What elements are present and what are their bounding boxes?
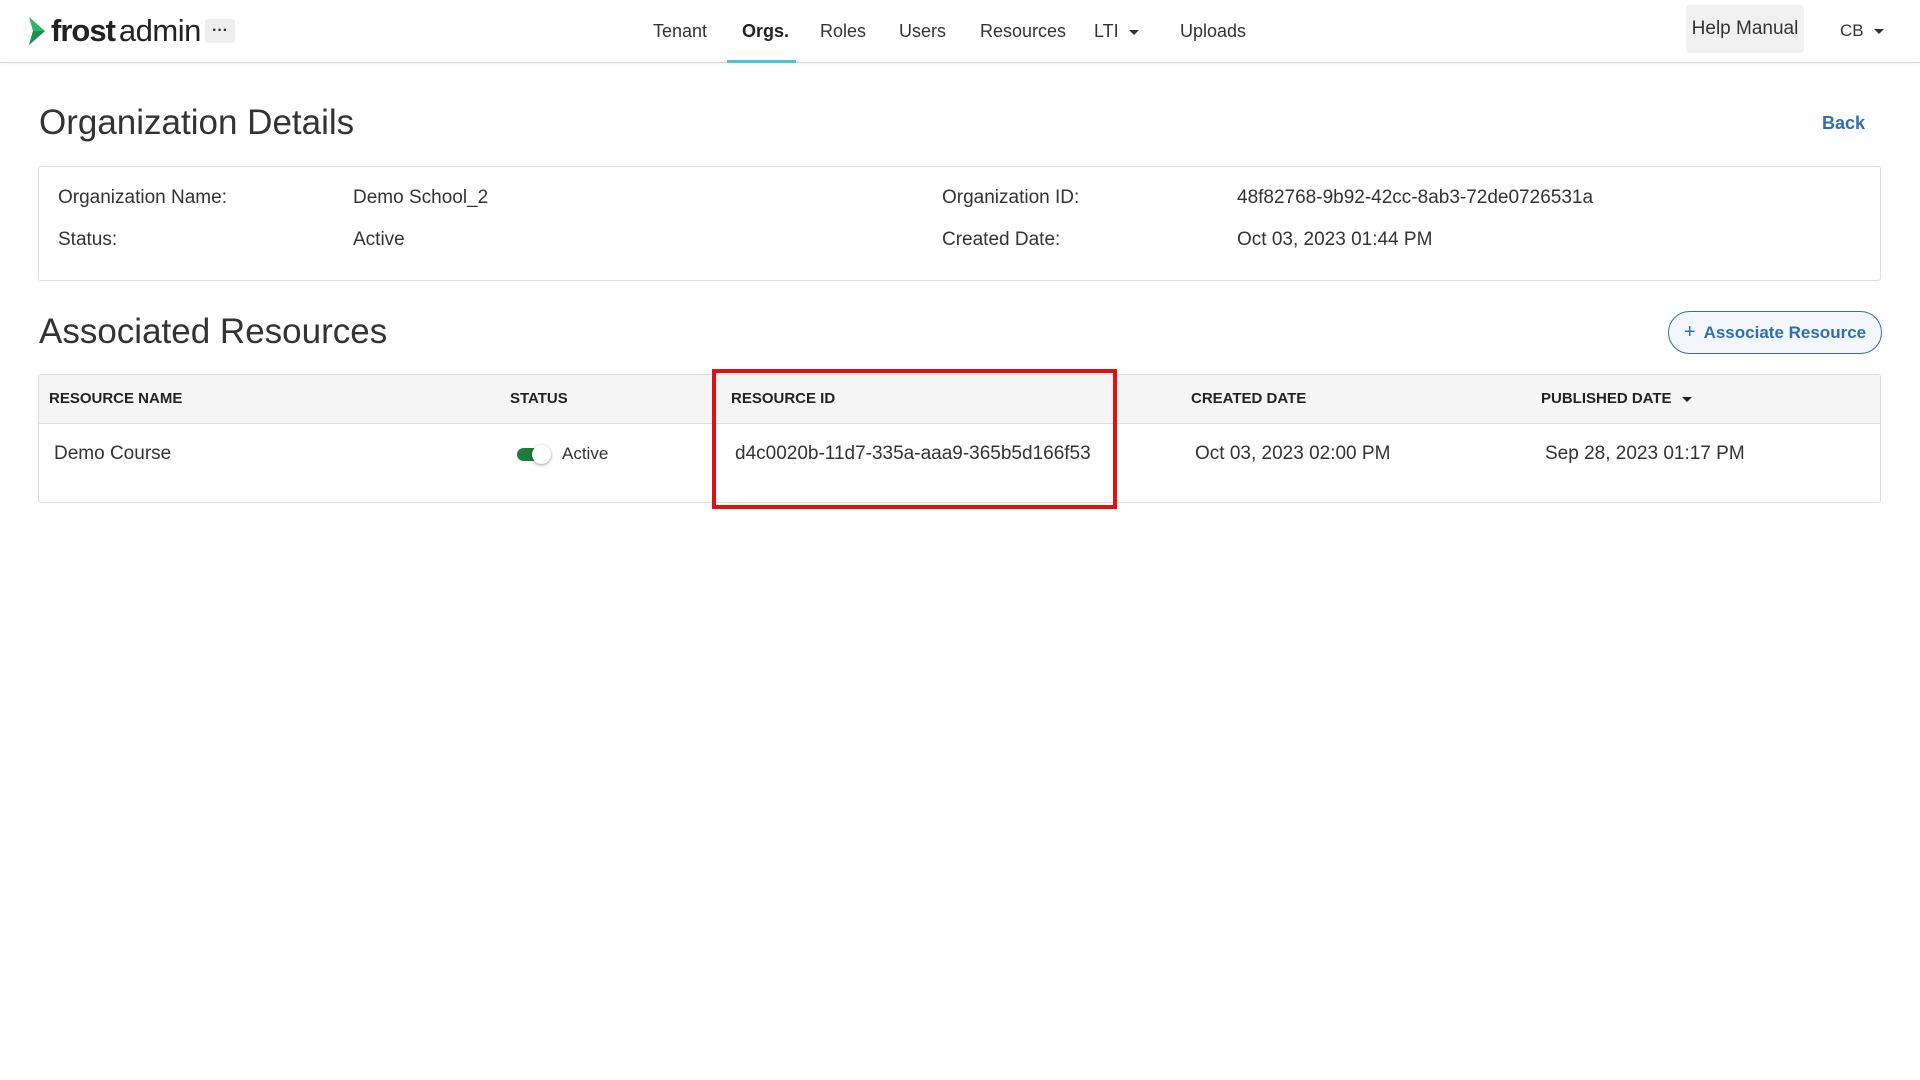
column-header-published-date[interactable]: PUBLISHED DATE	[1541, 375, 1692, 423]
caret-down-icon	[1128, 29, 1139, 35]
associate-resource-label: Associate Resource	[1703, 322, 1867, 342]
org-name-label: Organization Name:	[58, 187, 227, 208]
nav-tab-uploads[interactable]: Uploads	[1180, 0, 1246, 62]
nav-tab-tenant[interactable]: Tenant	[653, 0, 707, 62]
nav-tab-orgs[interactable]: Orgs.	[742, 0, 789, 62]
brand-frost-text: frost	[51, 13, 116, 48]
sort-caret-icon	[1681, 396, 1692, 402]
nav-tab-lti-label: LTI	[1094, 21, 1119, 41]
nav-tab-users[interactable]: Users	[899, 0, 946, 62]
column-header-status[interactable]: STATUS	[510, 375, 568, 423]
resources-table: RESOURCE NAME STATUS RESOURCE ID CREATED…	[38, 374, 1881, 503]
brand-admin-text: admin	[118, 13, 201, 48]
back-link[interactable]: Back	[1822, 113, 1865, 134]
status-toggle[interactable]	[517, 445, 551, 464]
help-manual-button[interactable]: Help Manual	[1686, 5, 1804, 53]
org-id-label: Organization ID:	[942, 187, 1080, 208]
organization-details-card: Organization Name: Demo School_2 Status:…	[38, 166, 1881, 281]
associated-resources-title: Associated Resources	[39, 312, 388, 351]
status-label: Status:	[58, 229, 118, 250]
created-date-label: Created Date:	[942, 229, 1061, 250]
created-date-value: Oct 03, 2023 01:44 PM	[1237, 229, 1433, 250]
user-initials: CB	[1840, 21, 1864, 40]
nav-tab-resources[interactable]: Resources	[980, 0, 1066, 62]
frost-admin-logo[interactable]: frost admin	[27, 13, 201, 48]
associate-resource-button[interactable]: + Associate Resource	[1668, 311, 1882, 354]
created-date-cell: Oct 03, 2023 02:00 PM	[1195, 443, 1391, 464]
nav-tab-roles[interactable]: Roles	[820, 0, 866, 62]
toggle-knob	[532, 445, 551, 464]
published-date-label: PUBLISHED DATE	[1541, 390, 1672, 407]
resource-id-cell: d4c0020b-11d7-335a-aaa9-365b5d166f53	[735, 443, 1091, 464]
column-header-created-date[interactable]: CREATED DATE	[1191, 375, 1306, 423]
status-value: Active	[353, 229, 405, 250]
active-tab-indicator	[727, 60, 796, 63]
nav-tab-lti[interactable]: LTI	[1094, 0, 1139, 62]
published-date-cell: Sep 28, 2023 01:17 PM	[1545, 443, 1745, 464]
plus-icon: +	[1683, 321, 1696, 343]
ellipsis-icon: ···	[212, 22, 228, 39]
user-menu[interactable]: CB	[1840, 0, 1884, 62]
caret-down-icon	[1873, 29, 1884, 35]
table-header: RESOURCE NAME STATUS RESOURCE ID CREATED…	[39, 375, 1880, 424]
column-header-resource-id[interactable]: RESOURCE ID	[731, 375, 835, 423]
more-options-button[interactable]: ···	[205, 19, 235, 43]
org-name-value: Demo School_2	[353, 187, 489, 208]
resource-name-cell: Demo Course	[54, 443, 172, 464]
org-id-value: 48f82768-9b92-42cc-8ab3-72de0726531a	[1237, 187, 1594, 208]
column-header-resource-name[interactable]: RESOURCE NAME	[49, 375, 182, 423]
top-navigation-bar: frost admin ··· Tenant Orgs. Roles Users…	[0, 0, 1920, 63]
page-title: Organization Details	[39, 103, 355, 142]
logo-chevron-icon	[29, 17, 45, 45]
status-cell: Active	[562, 444, 609, 463]
